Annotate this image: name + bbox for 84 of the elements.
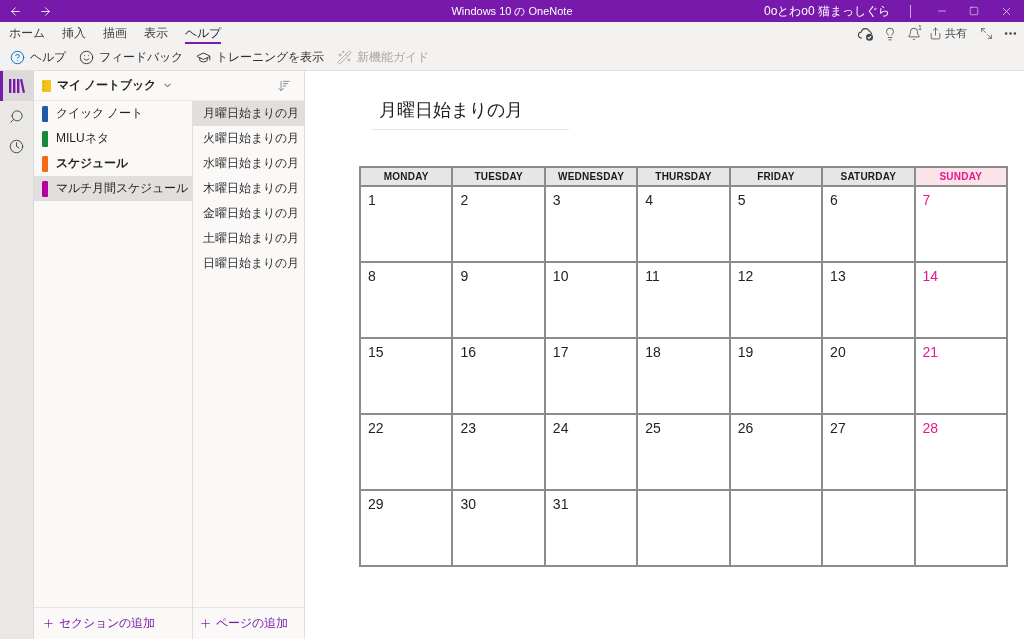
day-number: 7	[922, 192, 931, 208]
day-number: 20	[830, 344, 846, 360]
help-icon	[10, 50, 25, 65]
arrow-right-icon	[38, 4, 52, 18]
expand-icon	[979, 27, 993, 40]
section-item[interactable]: スケジュール	[34, 151, 192, 176]
add-section-button[interactable]: セクションの追加	[34, 615, 155, 632]
smiley-icon	[79, 50, 94, 65]
help-button[interactable]: ヘルプ	[10, 46, 66, 69]
day-number: 18	[645, 344, 661, 360]
weekday-header: SATURDAY	[822, 167, 915, 186]
day-number: 3	[552, 192, 561, 208]
page-item[interactable]: 火曜日始まりの月	[193, 126, 304, 151]
cloud-check-icon	[858, 26, 874, 41]
feedback-button[interactable]: フィードバック	[79, 46, 183, 69]
day-number: 4	[645, 192, 654, 208]
weekday-header: MONDAY	[360, 167, 453, 186]
ribbon-tab[interactable]: 表示	[144, 24, 168, 44]
day-number: 12	[737, 268, 754, 284]
day-number: 22	[368, 420, 384, 436]
weekday-header: WEDNESDAY	[544, 167, 638, 186]
day-number: 21	[922, 344, 939, 360]
day-number: 13	[830, 268, 846, 284]
page-item[interactable]: 土曜日始まりの月	[193, 226, 304, 251]
weekday-header: SUNDAY	[914, 167, 1007, 186]
day-number: 30	[460, 496, 476, 512]
day-number: 6	[830, 192, 838, 208]
ribbon-tab[interactable]: ホーム	[9, 24, 45, 44]
library-icon	[8, 79, 25, 93]
bell-icon	[907, 26, 921, 41]
lightbulb-icon	[883, 26, 897, 41]
day-number: 24	[552, 420, 569, 436]
day-number: 15	[368, 344, 384, 360]
notebook-switcher[interactable]: マイ ノートブック	[42, 77, 174, 94]
page-item[interactable]: 日曜日始まりの月	[193, 251, 304, 276]
arrow-left-icon	[8, 4, 22, 18]
training-button[interactable]: トレーニングを表示	[196, 46, 324, 69]
day-number: 17	[552, 344, 569, 360]
section-item[interactable]: MILUネタ	[34, 126, 192, 151]
day-number: 5	[737, 192, 746, 208]
day-number: 23	[460, 420, 476, 436]
weekday-header: THURSDAY	[637, 167, 730, 186]
plus-icon	[42, 617, 55, 630]
graduation-cap-icon	[196, 50, 211, 65]
day-number: 28	[922, 420, 939, 436]
page-item[interactable]: 月曜日始まりの月	[193, 101, 304, 126]
page-item[interactable]: 水曜日始まりの月	[193, 151, 304, 176]
window-title: Windows 10 の OneNote	[451, 3, 573, 19]
day-number: 16	[460, 344, 476, 360]
search-icon	[9, 108, 24, 124]
day-number: 11	[645, 268, 660, 284]
weekday-header: FRIDAY	[729, 167, 823, 186]
share-icon	[929, 27, 942, 40]
day-number: 26	[737, 420, 754, 436]
day-number: 25	[645, 420, 661, 436]
maximize-icon	[969, 6, 979, 16]
notebook-icon	[42, 79, 51, 92]
day-number: 19	[737, 344, 754, 360]
day-number: 27	[830, 420, 846, 436]
clock-icon	[9, 138, 24, 154]
add-page-button[interactable]: ページの追加	[193, 615, 288, 632]
day-number: 8	[368, 268, 376, 284]
ribbon-tab[interactable]: 描画	[103, 24, 127, 44]
plus-icon	[199, 617, 212, 630]
user-name: 0oとわo0 猫まっしぐら	[763, 2, 890, 20]
day-number: 1	[368, 192, 376, 208]
sort-icon	[277, 78, 291, 93]
day-number: 9	[460, 268, 469, 284]
section-item[interactable]: マルチ月間スケジュール	[34, 176, 192, 201]
day-number: 10	[552, 268, 569, 284]
ribbon-tab[interactable]: ヘルプ	[185, 24, 221, 44]
notebooks-button[interactable]	[0, 71, 33, 101]
wand-icon	[337, 50, 352, 65]
ribbon-tab[interactable]: 挿入	[62, 24, 86, 44]
page-item[interactable]: 木曜日始まりの月	[193, 176, 304, 201]
page-item[interactable]: 金曜日始まりの月	[193, 201, 304, 226]
day-number: 2	[460, 192, 469, 208]
day-number: 14	[922, 268, 939, 284]
page-title[interactable]: 月曜日始まりの月	[371, 96, 569, 130]
day-number: 29	[368, 496, 384, 512]
section-item[interactable]: クイック ノート	[34, 101, 192, 126]
day-number: 31	[552, 496, 569, 512]
share-button[interactable]: 共有	[926, 22, 970, 45]
weekday-header: TUESDAY	[452, 167, 545, 186]
